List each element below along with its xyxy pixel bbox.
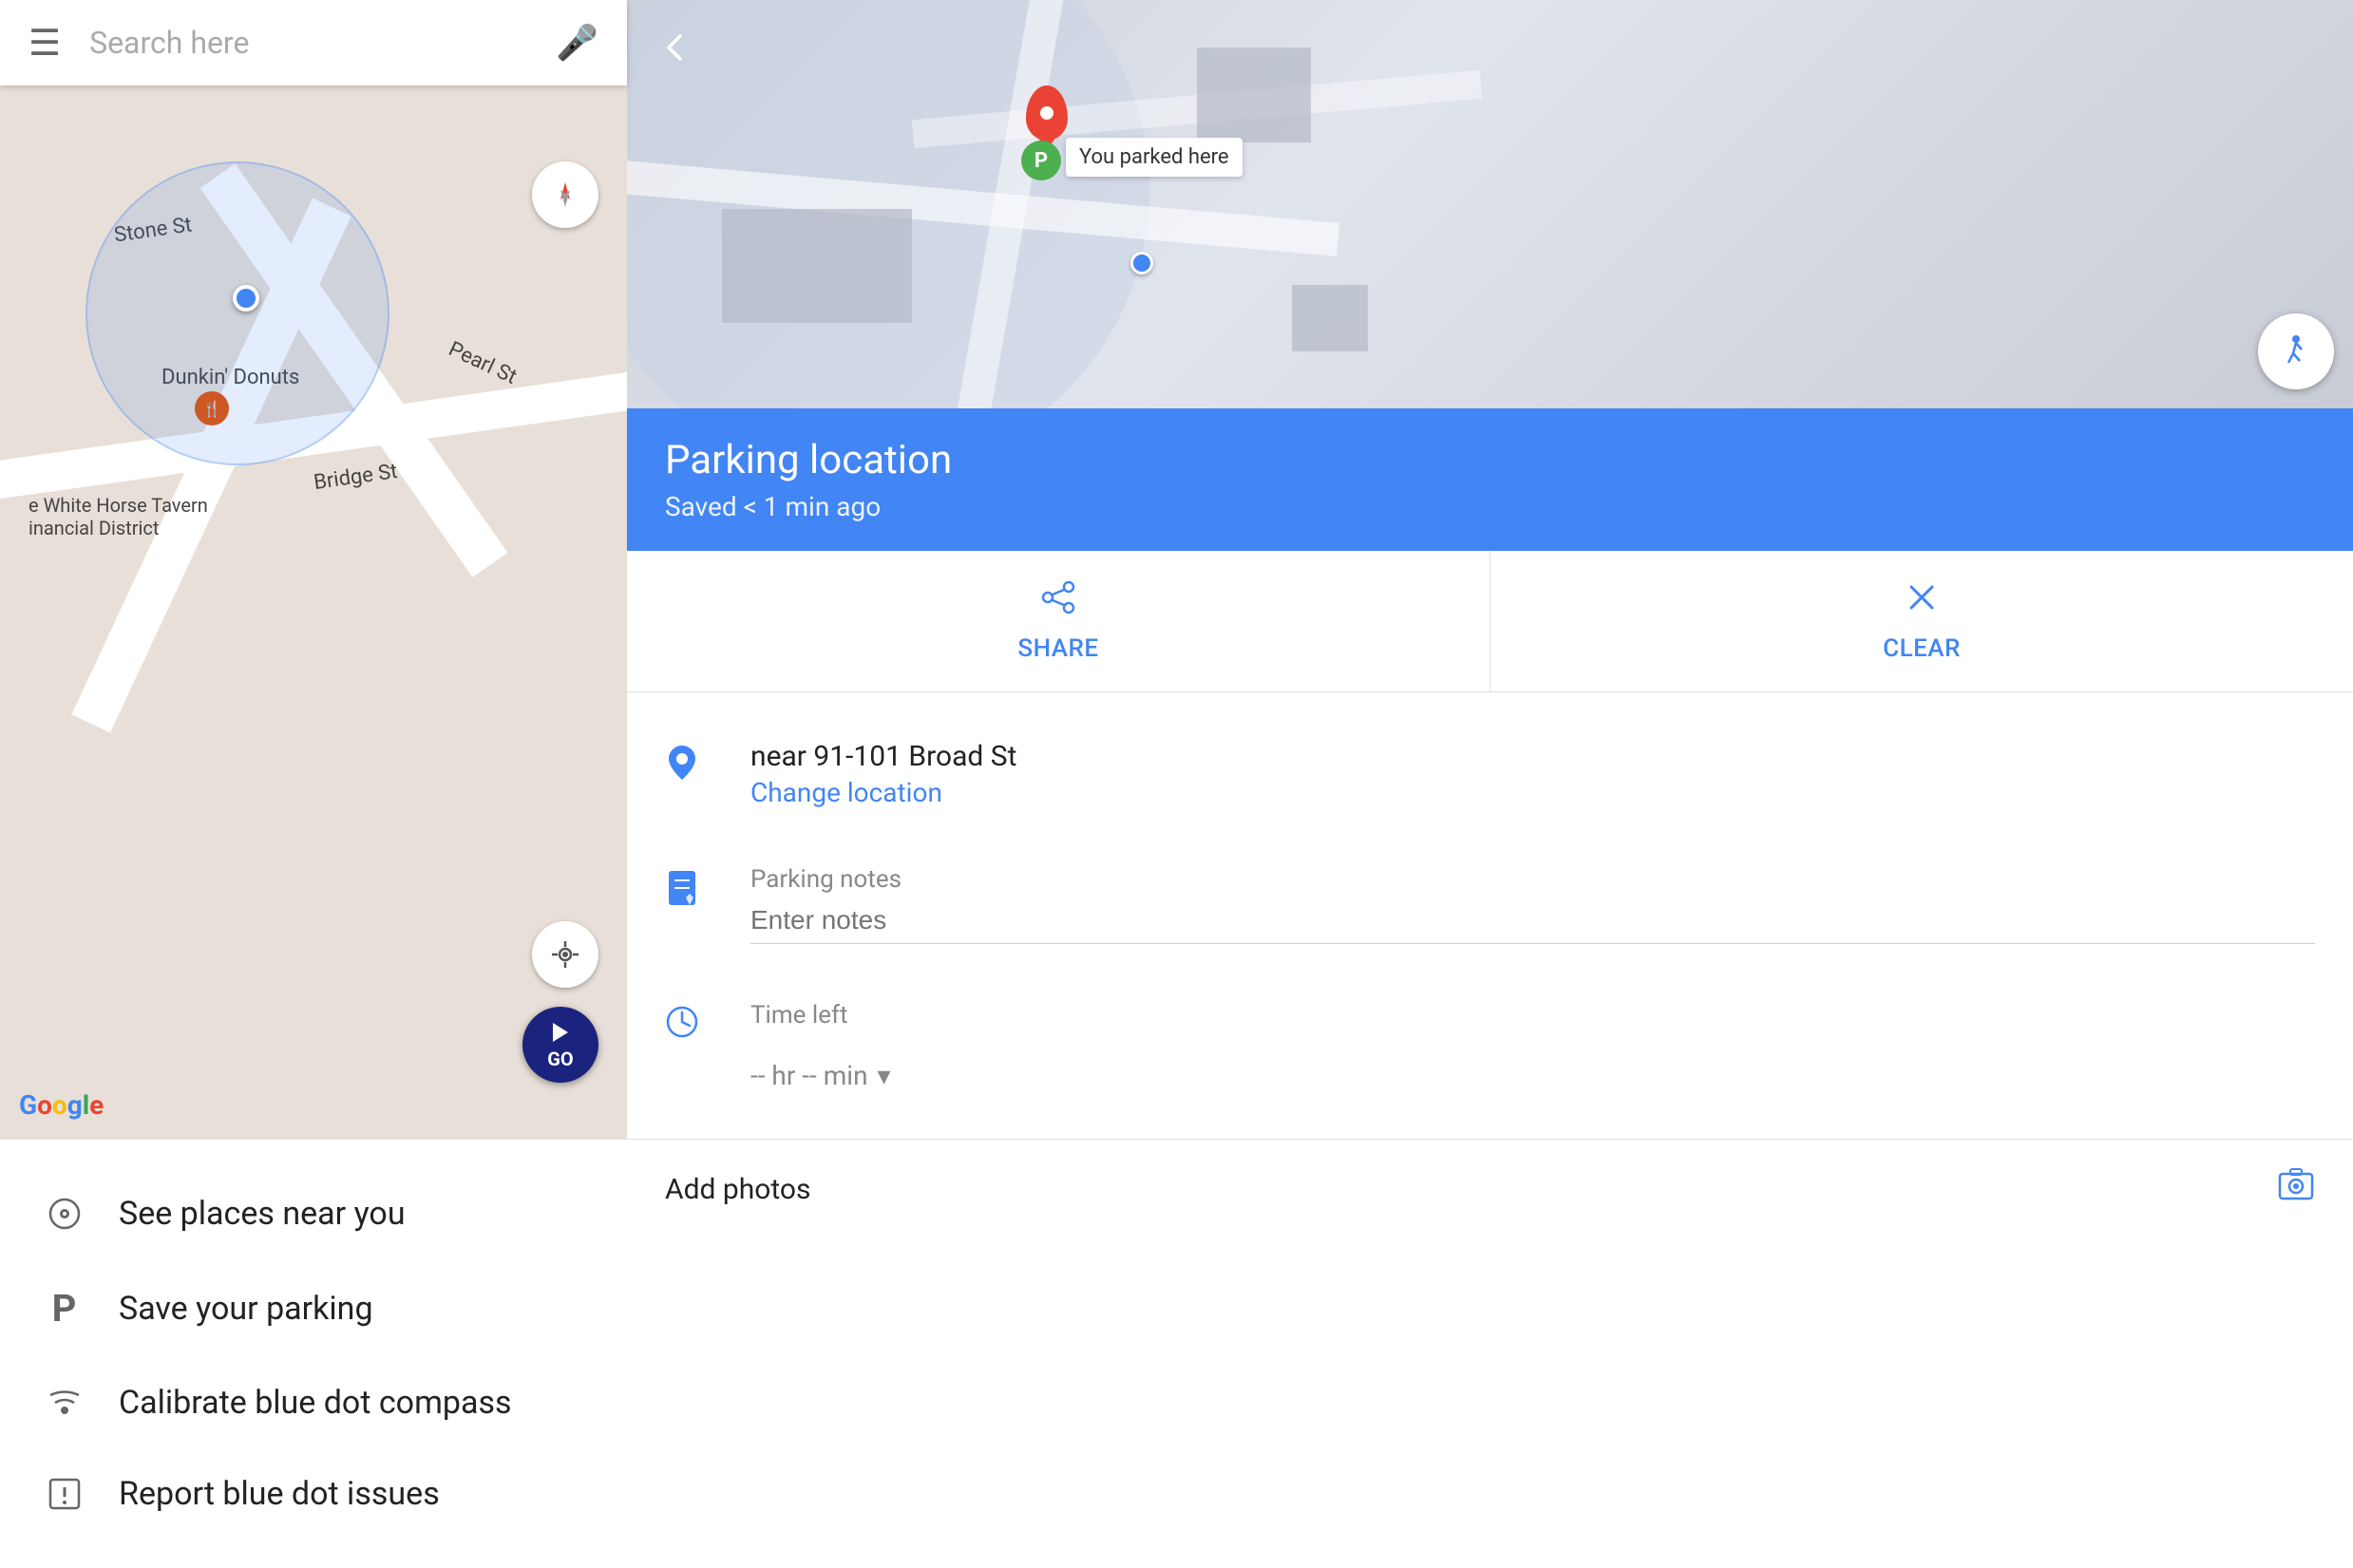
- time-selector[interactable]: -- hr -- min ▾: [750, 1060, 891, 1091]
- parked-here-label: You parked here: [1066, 138, 1243, 177]
- left-panel: ☰ Search here 🎤 Stone St Pearl St Bridge…: [0, 0, 627, 1568]
- calibrate-icon: [38, 1384, 90, 1422]
- clear-icon: [1904, 579, 1940, 625]
- share-icon: [1040, 579, 1076, 625]
- compass-button[interactable]: [532, 161, 598, 228]
- time-row: Time left -- hr -- min ▾: [627, 973, 2353, 1120]
- add-photo-icon: [2277, 1166, 2315, 1213]
- share-label: SHARE: [1017, 634, 1098, 663]
- notes-content: Parking notes: [750, 865, 2315, 944]
- menu-item-places[interactable]: See places near you: [0, 1168, 627, 1259]
- report-icon: [38, 1475, 90, 1513]
- right-panel: P You parked here Parking location Saved…: [627, 0, 2353, 1568]
- location-accuracy-circle: [85, 161, 389, 465]
- notes-icon: [665, 865, 722, 916]
- mic-icon[interactable]: 🎤: [556, 23, 598, 63]
- parking-header: Parking location Saved < 1 min ago: [627, 408, 2353, 551]
- time-selector-row: -- hr -- min ▾: [750, 1041, 2315, 1091]
- clear-button[interactable]: CLEAR: [1490, 551, 2353, 691]
- building-3: [722, 209, 912, 323]
- change-location-link[interactable]: Change location: [750, 777, 2315, 808]
- parking-pin-dot: [1040, 106, 1053, 120]
- notes-row: Parking notes: [627, 837, 2353, 973]
- go-arrow-icon: [547, 1019, 574, 1046]
- share-button[interactable]: SHARE: [627, 551, 1490, 691]
- places-near-you-label: See places near you: [119, 1195, 406, 1233]
- menu-item-report[interactable]: Report blue dot issues: [0, 1448, 627, 1540]
- parking-saved-time: Saved < 1 min ago: [665, 491, 2315, 522]
- location-address: near 91-101 Broad St: [750, 740, 2315, 773]
- parking-pin: [1026, 85, 1068, 141]
- building-2: [1292, 285, 1368, 351]
- location-content: near 91-101 Broad St Change location: [750, 740, 2315, 808]
- map-label-white-horse: e White Horse Tavern inancial District: [28, 494, 208, 539]
- time-value: -- hr -- min: [750, 1060, 868, 1091]
- parking-location-title: Parking location: [665, 437, 2315, 483]
- google-logo: Google: [19, 1089, 104, 1121]
- location-pin-icon: [665, 740, 722, 790]
- white-horse-name: e White Horse Tavern: [28, 494, 208, 517]
- parking-notes-input[interactable]: [750, 905, 2315, 944]
- location-icon: [550, 939, 580, 970]
- parking-notes-label: Parking notes: [750, 865, 2315, 894]
- right-map-area: P You parked here: [627, 0, 2353, 408]
- calibrate-label: Calibrate blue dot compass: [119, 1384, 512, 1422]
- report-label: Report blue dot issues: [119, 1475, 440, 1513]
- hamburger-menu-icon[interactable]: ☰: [28, 22, 61, 65]
- location-row: near 91-101 Broad St Change location: [627, 711, 2353, 837]
- financial-district-label: inancial District: [28, 517, 208, 539]
- info-section: near 91-101 Broad St Change location Par…: [627, 692, 2353, 1139]
- back-button[interactable]: [646, 19, 703, 76]
- bottom-menu: See places near you P Save your parking …: [0, 1140, 627, 1568]
- add-photos-row[interactable]: Add photos: [627, 1139, 2353, 1239]
- clock-icon: [665, 1001, 722, 1048]
- search-input[interactable]: Search here: [89, 25, 556, 61]
- actions-row: SHARE CLEAR: [627, 551, 2353, 692]
- save-parking-icon: P: [38, 1286, 90, 1331]
- save-parking-label: Save your parking: [119, 1290, 373, 1328]
- menu-item-parking[interactable]: P Save your parking: [0, 1259, 627, 1357]
- walk-navigation-button[interactable]: [2258, 313, 2334, 389]
- compass-arrow-icon: [551, 180, 579, 209]
- menu-item-calibrate[interactable]: Calibrate blue dot compass: [0, 1357, 627, 1448]
- map-area: Stone St Pearl St Bridge St Dunkin' Donu…: [0, 85, 627, 1140]
- p-marker: P: [1021, 141, 1061, 180]
- places-near-you-icon: [38, 1195, 90, 1233]
- current-location-button[interactable]: [532, 921, 598, 988]
- right-blue-dot: [1130, 252, 1153, 274]
- go-navigation-button[interactable]: GO: [522, 1007, 598, 1083]
- add-photos-text: Add photos: [665, 1173, 2277, 1206]
- parking-pin-red: [1026, 85, 1068, 141]
- search-bar: ☰ Search here 🎤: [0, 0, 627, 85]
- blue-dot-location: [233, 285, 259, 312]
- go-label: GO: [547, 1048, 573, 1070]
- clear-label: CLEAR: [1883, 634, 1961, 663]
- time-content: Time left -- hr -- min ▾: [750, 1001, 2315, 1091]
- time-dropdown-icon[interactable]: ▾: [878, 1060, 891, 1091]
- time-left-label: Time left: [750, 1001, 2315, 1030]
- walk-icon: [2277, 332, 2315, 370]
- building-1: [1197, 47, 1311, 142]
